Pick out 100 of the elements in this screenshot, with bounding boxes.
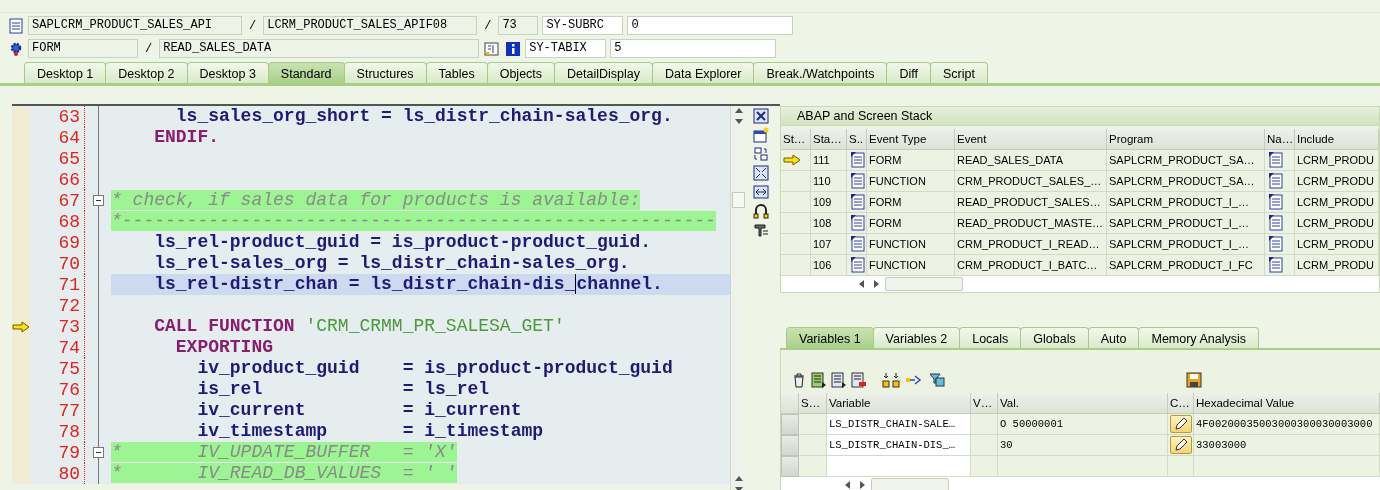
line-number: 65 <box>58 148 80 169</box>
table-cell: 4F00200035003000300030003000 <box>1194 414 1380 435</box>
line-number: 74 <box>58 337 80 358</box>
scroll-thumb[interactable] <box>885 277 963 291</box>
column-header[interactable]: V… <box>971 393 998 414</box>
line-number: 78 <box>58 421 80 442</box>
tab[interactable]: DetailDisplay <box>554 62 654 83</box>
scroll-right-button[interactable] <box>871 279 881 289</box>
tool-icon[interactable] <box>753 222 769 238</box>
close-icon[interactable] <box>753 108 769 124</box>
column-header[interactable]: Val. <box>998 393 1168 414</box>
gear-icon <box>8 40 24 57</box>
table-cell[interactable]: LS_DISTR_CHAIN-DIS_… <box>827 435 971 456</box>
scroll-left-button[interactable] <box>843 480 853 490</box>
list-icon[interactable] <box>831 372 847 388</box>
system-field-name: SY-SUBRC <box>542 16 624 35</box>
column-header[interactable]: Sta… <box>811 129 847 150</box>
line-number: 63 <box>58 106 80 127</box>
arch-icon[interactable] <box>753 203 769 219</box>
column-header[interactable]: Hexadecimal Value <box>1194 393 1380 414</box>
scroll-right-button[interactable] <box>857 480 867 490</box>
document-icon <box>849 152 866 168</box>
column-header[interactable]: St… <box>781 129 811 150</box>
scroll-thumb[interactable] <box>732 192 745 208</box>
table-cell: CRM_PRODUCT_SALES_… <box>955 171 1107 192</box>
scroll-down-button[interactable] <box>733 116 744 126</box>
separator-text: / <box>144 41 154 56</box>
swap-icon[interactable] <box>753 146 769 162</box>
line-number: 80 <box>58 463 80 484</box>
trash-icon[interactable] <box>791 372 807 388</box>
column-header[interactable]: Na… <box>1265 129 1295 150</box>
resize-width-icon[interactable] <box>753 184 769 200</box>
column-header[interactable]: Variable <box>827 393 971 414</box>
collapse-toggle-icon[interactable] <box>93 195 104 206</box>
new-window-icon[interactable] <box>753 127 769 143</box>
line-number: 66 <box>58 169 80 190</box>
line-number: 70 <box>58 253 80 274</box>
navigate-icon <box>1267 194 1284 210</box>
tab[interactable]: Script <box>929 62 988 83</box>
document-icon <box>849 257 866 273</box>
edit-button[interactable] <box>1170 415 1192 433</box>
tab[interactable]: Auto <box>1087 327 1140 348</box>
info-icon[interactable] <box>505 40 522 57</box>
tab[interactable]: Break./Watchpoints <box>753 62 888 83</box>
table-cell: FUNCTION <box>867 171 955 192</box>
event-field[interactable]: READ_SALES_DATA <box>159 39 480 58</box>
line-field[interactable]: 73 <box>498 16 539 35</box>
column-header[interactable]: Event Type <box>867 129 955 150</box>
tab[interactable]: Data Explorer <box>652 62 755 83</box>
line-number: 64 <box>58 127 80 148</box>
column-header[interactable]: C… <box>1168 393 1194 414</box>
system-field-value[interactable]: 0 <box>627 16 794 35</box>
column-header[interactable]: Include <box>1295 129 1379 150</box>
tab[interactable]: Diff <box>886 62 931 83</box>
collapse-toggle-icon[interactable] <box>93 447 104 458</box>
scroll-up-button[interactable] <box>733 106 744 116</box>
program-field[interactable]: SAPLCRM_PRODUCT_SALES_API <box>28 16 242 35</box>
scroll-up-button[interactable] <box>733 474 744 484</box>
table-cell[interactable] <box>827 456 971 477</box>
table-cell: LCRM_PRODU <box>1295 234 1379 255</box>
include-field[interactable]: LCRM_PRODUCT_SALES_APIF08 <box>263 16 478 35</box>
column-header[interactable]: Program <box>1107 129 1265 150</box>
column-header[interactable]: S.. <box>847 129 867 150</box>
table-cell: READ_PRODUCT_SALES… <box>955 192 1107 213</box>
save-icon[interactable] <box>1186 372 1202 388</box>
edit-button[interactable] <box>1170 436 1192 454</box>
separator-text: / <box>483 18 493 33</box>
arrange-icon[interactable] <box>881 372 901 388</box>
tab[interactable]: Objects <box>486 62 556 83</box>
list-icon[interactable] <box>811 372 827 388</box>
scroll-thumb[interactable] <box>871 478 949 490</box>
tab[interactable]: Variables 2 <box>872 327 961 348</box>
tab[interactable]: Locals <box>959 327 1022 348</box>
table-cell <box>971 414 998 435</box>
table-cell[interactable]: LS_DISTR_CHAIN-SALE… <box>827 414 971 435</box>
tab[interactable]: Tables <box>425 62 488 83</box>
column-header[interactable]: Event <box>955 129 1107 150</box>
tab[interactable]: Desktop 1 <box>24 62 107 83</box>
navigate-icon <box>1267 257 1284 273</box>
scroll-left-button[interactable] <box>857 279 867 289</box>
table-cell: SAPLCRM_PRODUCT_I_… <box>1107 213 1265 234</box>
navigate-icon <box>1267 236 1284 252</box>
document-icon <box>849 173 866 189</box>
fullscreen-icon[interactable] <box>753 165 769 181</box>
breakpoint-gutter-cell[interactable] <box>12 463 30 484</box>
table-cell: 110 <box>811 171 847 192</box>
tab[interactable]: Standard <box>267 62 345 83</box>
event-type-field[interactable]: FORM <box>28 39 138 58</box>
tab[interactable]: Desktop 2 <box>105 62 188 83</box>
tab[interactable]: Globals <box>1020 327 1089 348</box>
tab[interactable]: Desktop 3 <box>186 62 269 83</box>
column-header[interactable]: S… <box>799 393 827 414</box>
system-field-value[interactable]: 5 <box>610 39 777 58</box>
tab[interactable]: Memory Analysis <box>1138 327 1259 348</box>
document-icon <box>849 236 866 252</box>
tab[interactable]: Variables 1 <box>786 327 874 348</box>
tab[interactable]: Structures <box>343 62 427 83</box>
breakpoint-gutter-cell[interactable] <box>12 106 30 127</box>
filter-icon[interactable] <box>929 372 945 388</box>
list-remove-icon[interactable] <box>851 372 867 388</box>
